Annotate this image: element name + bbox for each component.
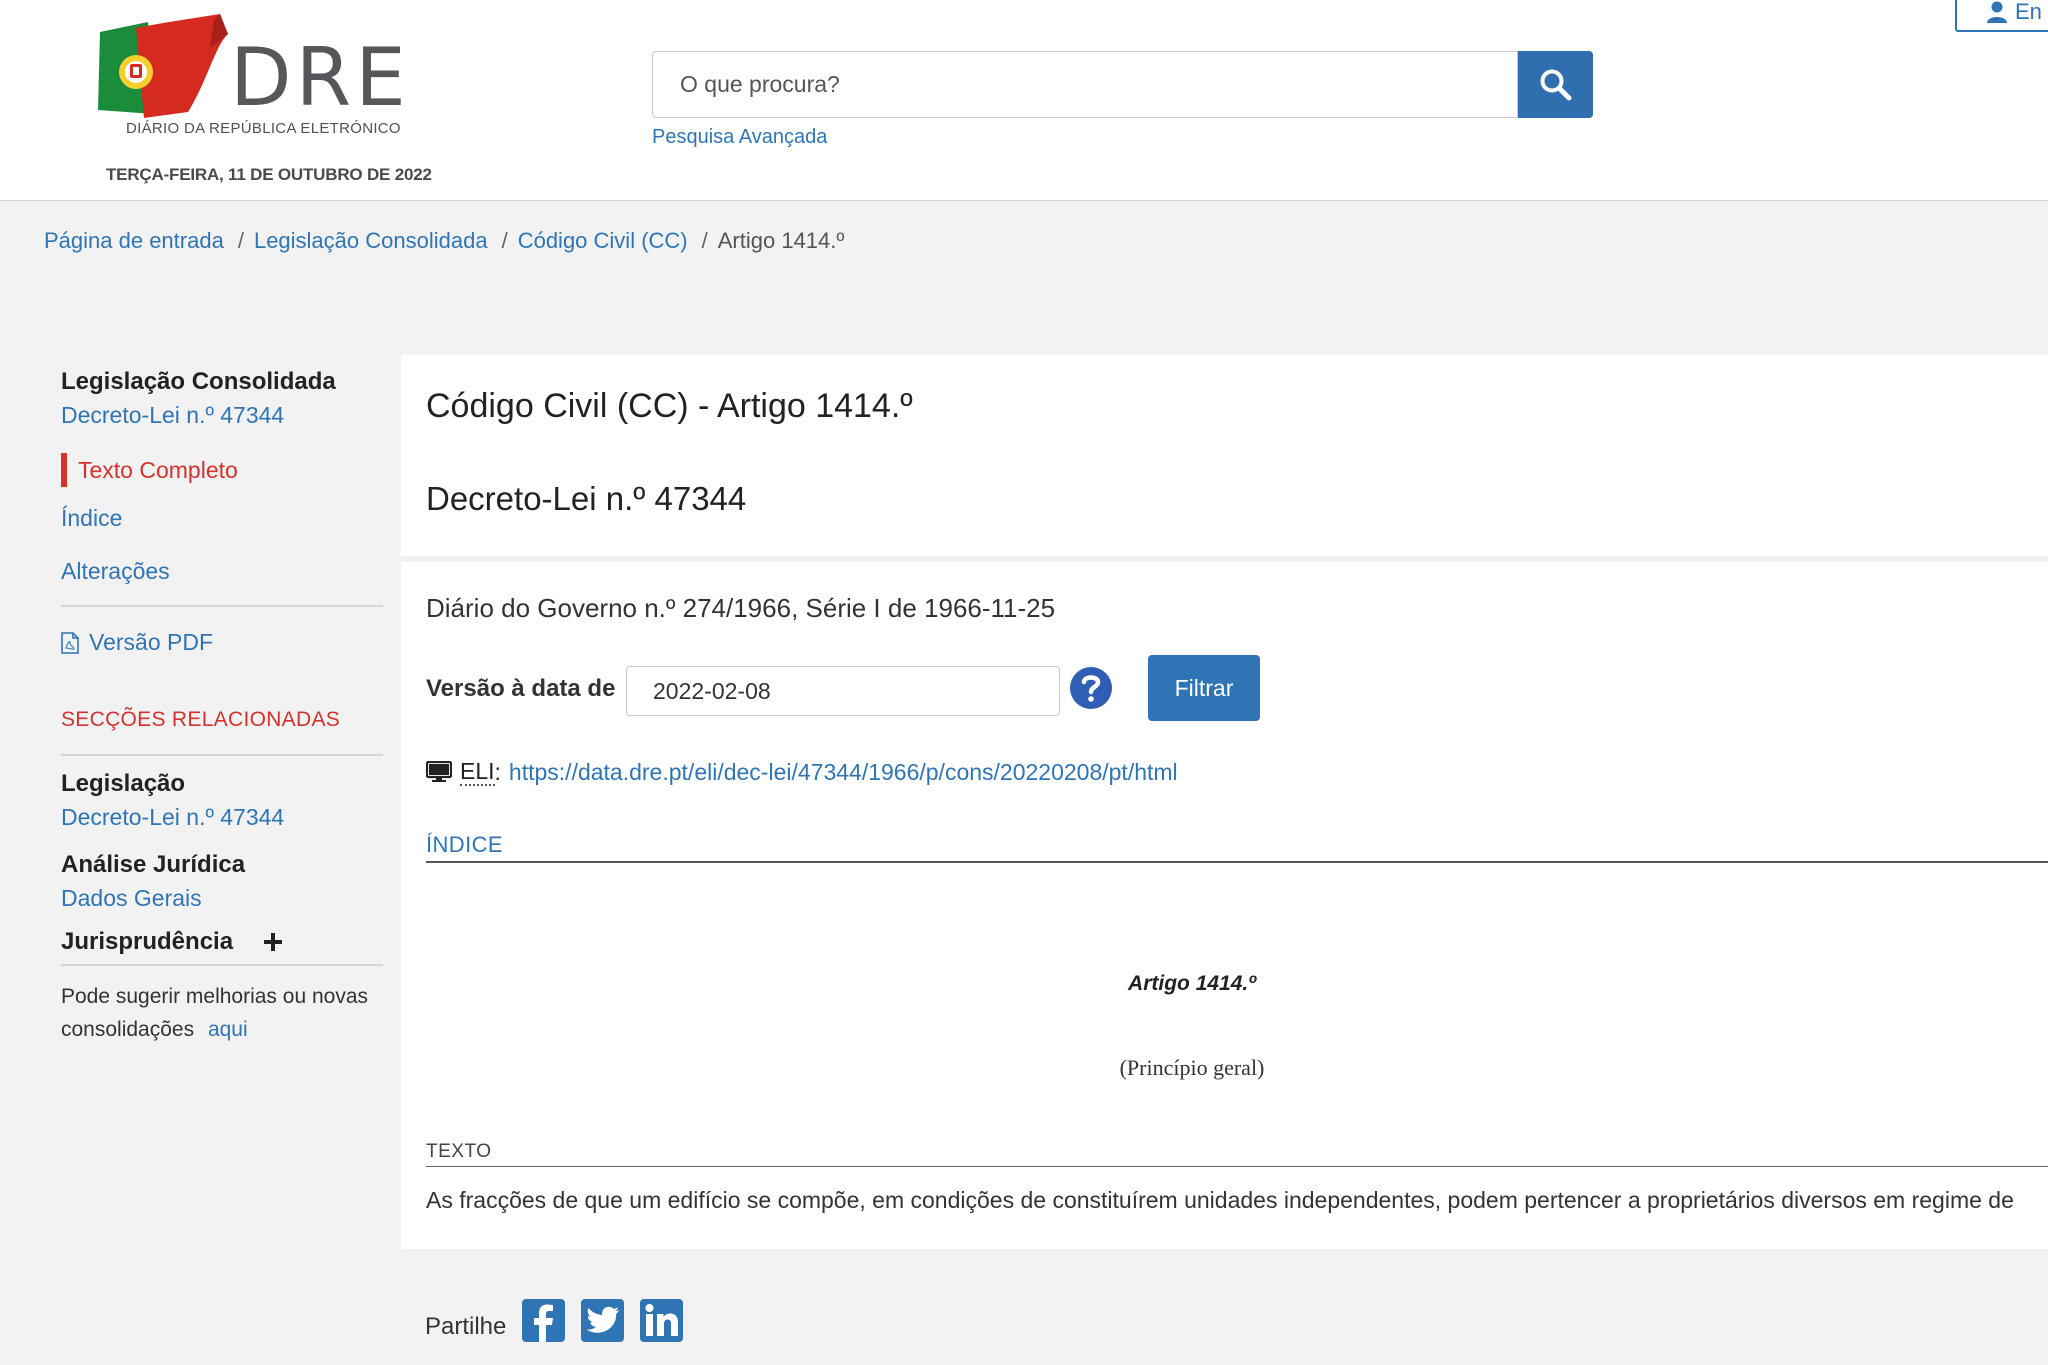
breadcrumb-separator: /: [701, 228, 708, 253]
share-bar: Partilhe: [425, 1299, 699, 1342]
sidebar-pdf-link[interactable]: Versão PDF: [61, 629, 383, 656]
texto-divider: [426, 1166, 2048, 1167]
breadcrumb-separator: /: [501, 228, 508, 253]
breadcrumb-home[interactable]: Página de entrada: [44, 228, 224, 254]
diario-reference: Diário do Governo n.º 274/1966, Série I …: [426, 593, 1056, 623]
sidebar-item-alteracoes[interactable]: Alterações: [61, 558, 383, 585]
versao-label: Versão à data de: [426, 675, 616, 702]
dre-logo[interactable]: DRE DIÁRIO DA REPÚBLICA ELETRÓNICO: [96, 14, 406, 144]
analise-juridica-title: Análise Jurídica: [61, 851, 246, 878]
search-button[interactable]: [1518, 51, 1593, 118]
eli-url-link[interactable]: https://data.dre.pt/eli/dec-lei/47344/19…: [509, 759, 1178, 786]
help-icon[interactable]: [1069, 666, 1113, 710]
page-subtitle: Decreto-Lei n.º 47344: [426, 480, 747, 517]
eli-colon: :: [494, 758, 501, 785]
main-content-card: Código Civil (CC) - Artigo 1414.º Decret…: [401, 355, 2048, 1249]
sidebar-pdf-label: Versão PDF: [89, 629, 213, 655]
sidebar-divider: [61, 754, 383, 756]
sidebar-item-indice[interactable]: Índice: [61, 505, 383, 532]
versao-date-input[interactable]: [626, 666, 1060, 716]
site-header: DRE DIÁRIO DA REPÚBLICA ELETRÓNICO TERÇA…: [0, 0, 2048, 201]
jurisprudencia-row[interactable]: Jurisprudência: [61, 928, 383, 966]
header-date: TERÇA-FEIRA, 11 DE OUTUBRO DE 2022: [106, 165, 432, 184]
share-label: Partilhe: [425, 1312, 507, 1340]
breadcrumb: Página de entrada / Legislação Consolida…: [44, 228, 844, 254]
monitor-icon: [426, 761, 452, 782]
eli-row: ELI: https://data.dre.pt/eli/dec-lei/473…: [426, 758, 1178, 786]
twitter-share-button[interactable]: [581, 1299, 625, 1342]
indice-heading[interactable]: ÍNDICE: [426, 832, 503, 858]
breadcrumb-separator: /: [237, 228, 244, 253]
filter-button[interactable]: Filtrar: [1148, 655, 1260, 721]
breadcrumb-legislacao-consolidada[interactable]: Legislação Consolidada: [254, 228, 488, 254]
related-sections-heading: SECÇÕES RELACIONADAS: [61, 708, 341, 731]
breadcrumb-codigo-civil[interactable]: Código Civil (CC): [518, 228, 688, 254]
sidebar-divider: [61, 605, 383, 607]
logo-subtitle: DIÁRIO DA REPÚBLICA ELETRÓNICO: [126, 120, 401, 137]
suggest-improvements: Pode sugerir melhorias ou novas consolid…: [61, 980, 383, 1046]
dados-gerais-link[interactable]: Dados Gerais: [61, 885, 383, 912]
linkedin-share-button[interactable]: [640, 1299, 684, 1342]
facebook-share-button[interactable]: [522, 1299, 566, 1342]
legislacao-title: Legislação: [61, 770, 186, 797]
sidebar-title: Legislação Consolidada: [61, 368, 336, 395]
search-input[interactable]: [652, 51, 1518, 118]
pdf-file-icon: [61, 631, 79, 654]
linkedin-icon: [645, 1304, 679, 1336]
indice-divider: [426, 861, 2048, 863]
article-heading: Artigo 1414.º: [1128, 972, 1256, 995]
twitter-icon: [586, 1306, 619, 1333]
plus-icon[interactable]: [263, 932, 283, 952]
login-button[interactable]: En: [1955, 0, 2048, 32]
suggest-link[interactable]: aqui: [208, 1018, 248, 1041]
sidebar-decree-link[interactable]: Decreto-Lei n.º 47344: [61, 402, 383, 429]
sidebar: Legislação Consolidada Decreto-Lei n.º 4…: [61, 368, 383, 1046]
logo-letters: DRE: [230, 31, 410, 124]
search-icon: [1540, 69, 1571, 100]
texto-label: TEXTO: [426, 1141, 492, 1162]
facebook-icon: [534, 1304, 554, 1342]
user-icon: [1987, 1, 2007, 23]
advanced-search-link[interactable]: Pesquisa Avançada: [652, 126, 827, 149]
article-subheading: (Princípio geral): [1119, 1055, 1265, 1080]
article-text: As fracções de que um edifício se compõe…: [426, 1187, 2014, 1213]
page-title: Código Civil (CC) - Artigo 1414.º: [426, 387, 913, 425]
login-label: En: [2015, 0, 2042, 24]
breadcrumb-current: Artigo 1414.º: [717, 228, 845, 253]
jurisprudencia-title: Jurisprudência: [61, 928, 234, 955]
sidebar-item-texto-completo[interactable]: Texto Completo: [61, 453, 383, 487]
portugal-flag-logo-icon: [98, 14, 228, 118]
card-divider: [401, 556, 2048, 562]
eli-label: ELI: [460, 758, 495, 786]
legislacao-decree-link[interactable]: Decreto-Lei n.º 47344: [61, 804, 383, 831]
